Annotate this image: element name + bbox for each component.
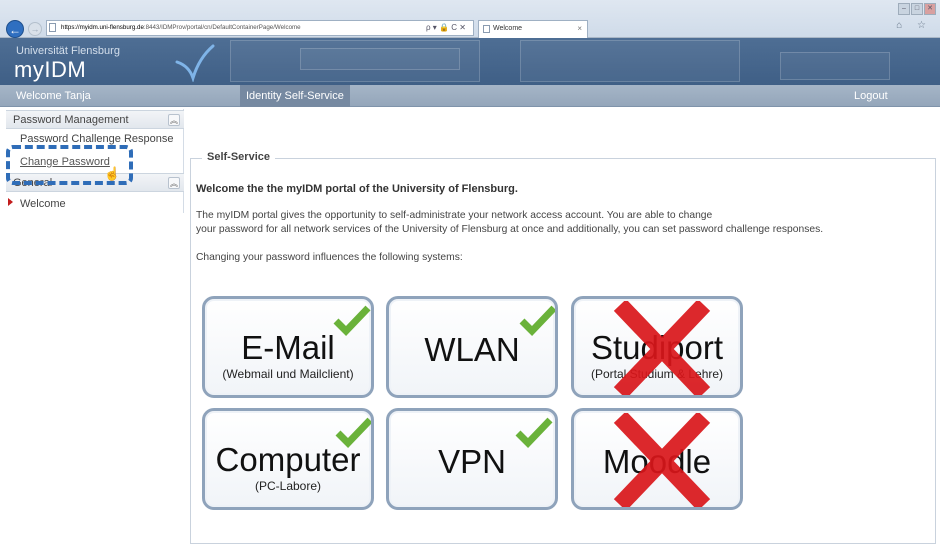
collapse-icon[interactable]: ︽ — [168, 177, 180, 189]
intro-paragraph-line-2: your password for all network services o… — [196, 224, 824, 235]
maximize-button[interactable]: □ — [911, 3, 923, 15]
check-icon — [333, 305, 371, 337]
tab-favicon-icon — [483, 25, 490, 33]
header-decoration — [300, 48, 460, 70]
intro-paragraph-line-1: The myIDM portal gives the opportunity t… — [196, 210, 713, 221]
cross-icon — [613, 301, 711, 395]
active-item-marker-icon — [8, 198, 13, 206]
check-icon — [519, 305, 555, 337]
address-tools-icons[interactable]: ρ ▾ 🔒 C ✕ — [426, 20, 466, 36]
header-decoration — [780, 52, 890, 80]
nav-bar: Welcome Tanja Identity Self-Service Logo… — [0, 85, 940, 107]
section-title: Password Management — [13, 114, 129, 126]
university-name: Universität Flensburg — [16, 45, 120, 57]
browser-tab-welcome[interactable]: Welcome × — [478, 20, 588, 38]
system-tile-computer: Computer (PC-Labore) — [202, 408, 374, 510]
header-decoration — [520, 40, 740, 82]
welcome-user-label: Welcome Tanja — [16, 90, 91, 102]
window-controls: – □ ✕ — [898, 3, 936, 15]
tile-subtitle: (Webmail und Mailclient) — [222, 367, 354, 381]
system-tile-vpn: VPN — [386, 408, 558, 510]
welcome-heading: Welcome the the myIDM portal of the Univ… — [196, 183, 518, 195]
sidebar-item-welcome[interactable]: Welcome — [20, 198, 66, 210]
panel-legend: Self-Service — [202, 151, 275, 163]
url-domain: https://myidm.uni-flensburg.de — [61, 24, 144, 31]
browser-toolbar: – □ ✕ ← → https://myidm.uni-flensburg.de… — [0, 0, 940, 38]
systems-intro: Changing your password influences the fo… — [196, 252, 463, 263]
logout-link[interactable]: Logout — [854, 85, 888, 107]
system-tile-email: E-Mail (Webmail und Mailclient) — [202, 296, 374, 398]
tab-title: Welcome — [493, 25, 523, 32]
tab-identity-self-service[interactable]: Identity Self-Service — [240, 85, 350, 107]
system-tile-wlan: WLAN — [386, 296, 558, 398]
back-button[interactable]: ← — [6, 20, 24, 38]
home-favorites-icons[interactable]: ⌂ ☆ — [896, 20, 932, 31]
forward-button[interactable]: → — [28, 22, 42, 36]
sidebar-item-password-challenge-response[interactable]: Password Challenge Response — [20, 133, 173, 145]
screen: – □ ✕ ← → https://myidm.uni-flensburg.de… — [0, 0, 940, 548]
system-tile-studiport: Studiport (Portal Studium & Lehre) — [571, 296, 743, 398]
cross-icon — [613, 413, 711, 507]
sidebar-section-password-management[interactable]: Password Management ︽ — [6, 110, 184, 129]
minimize-button[interactable]: – — [898, 3, 910, 15]
tile-subtitle: (PC-Labore) — [254, 479, 322, 493]
url-path: :8443/IDMProv/portal/cn/DefaultContainer… — [143, 24, 301, 31]
page-icon — [49, 23, 56, 32]
logo-swoosh-icon — [175, 44, 215, 82]
collapse-icon[interactable]: ︽ — [168, 114, 180, 126]
address-bar[interactable]: https://myidm.uni-flensburg.de:8443/IDMP… — [46, 20, 474, 36]
hand-cursor-icon: ☝ — [104, 166, 121, 181]
check-icon — [515, 417, 553, 449]
system-tile-moodle: Moodle — [571, 408, 743, 510]
app-header: Universität Flensburg myIDM — [0, 38, 940, 85]
app-logo-text: myIDM — [14, 57, 87, 82]
tab-close-icon[interactable]: × — [577, 21, 582, 37]
close-window-button[interactable]: ✕ — [924, 3, 936, 15]
check-icon — [335, 417, 371, 449]
